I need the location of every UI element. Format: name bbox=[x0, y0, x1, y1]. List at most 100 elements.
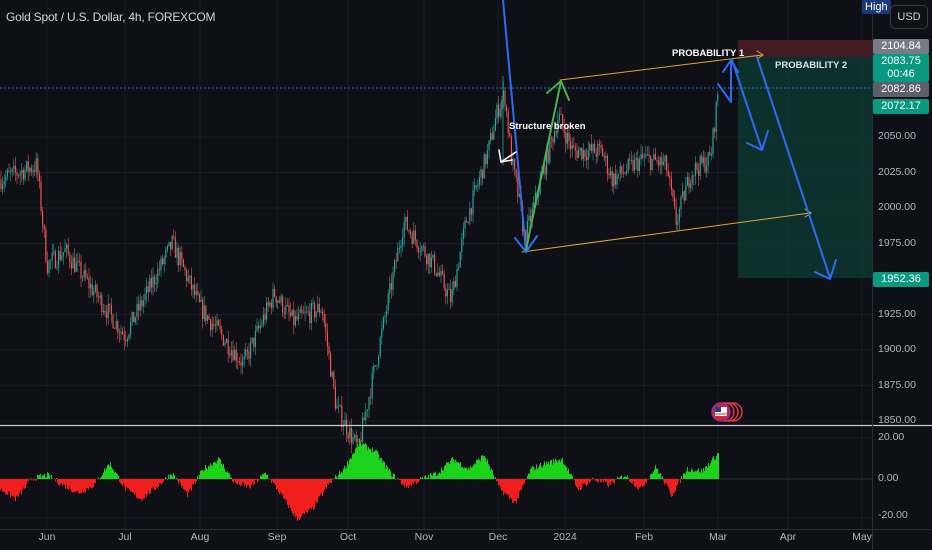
candle bbox=[573, 136, 575, 149]
osc-bar bbox=[143, 479, 144, 499]
price-chart[interactable] bbox=[0, 0, 932, 550]
candle bbox=[429, 252, 431, 275]
osc-bar bbox=[604, 479, 605, 481]
osc-bar bbox=[186, 479, 187, 492]
osc-bar bbox=[281, 479, 282, 494]
osc-bar bbox=[528, 473, 529, 479]
osc-bar bbox=[103, 472, 104, 479]
osc-bar bbox=[250, 479, 251, 489]
osc-bar bbox=[479, 459, 480, 479]
candle bbox=[226, 337, 228, 344]
candle bbox=[6, 168, 8, 181]
osc-bar bbox=[229, 473, 230, 479]
candle bbox=[664, 154, 666, 170]
osc-bar bbox=[462, 466, 463, 479]
osc-bar bbox=[581, 479, 582, 490]
candle bbox=[157, 262, 159, 289]
candle bbox=[310, 300, 312, 331]
candle bbox=[466, 216, 468, 223]
candle bbox=[302, 306, 304, 314]
candle bbox=[448, 283, 450, 290]
osc-bar bbox=[144, 479, 145, 499]
osc-bar bbox=[307, 479, 308, 514]
candle bbox=[421, 244, 423, 256]
candle bbox=[635, 152, 637, 170]
candle bbox=[90, 275, 92, 298]
osc-bar bbox=[290, 479, 291, 508]
candle bbox=[42, 207, 44, 233]
candle bbox=[38, 170, 40, 189]
osc-bar bbox=[109, 465, 110, 479]
price-box-current: 2072.17 bbox=[873, 99, 929, 114]
candle bbox=[256, 318, 258, 333]
candle bbox=[122, 327, 124, 336]
candle bbox=[354, 433, 356, 441]
osc-bar bbox=[656, 468, 657, 479]
osc-bar bbox=[185, 479, 186, 491]
osc-bar bbox=[325, 479, 326, 488]
candle bbox=[45, 225, 47, 263]
osc-bar bbox=[62, 479, 63, 486]
osc-bar bbox=[342, 472, 343, 479]
osc-bar bbox=[601, 479, 602, 482]
osc-bar bbox=[326, 479, 327, 489]
osc-bar bbox=[6, 479, 7, 495]
candle bbox=[141, 296, 143, 312]
osc-bar bbox=[182, 479, 183, 487]
osc-bar bbox=[71, 479, 72, 492]
candle bbox=[619, 161, 621, 182]
candle bbox=[368, 396, 370, 418]
osc-bar bbox=[75, 479, 76, 493]
candle bbox=[3, 173, 5, 192]
osc-bar bbox=[202, 469, 203, 479]
osc-bar bbox=[580, 479, 581, 490]
time-axis-label: Nov bbox=[414, 531, 434, 543]
osc-bar bbox=[536, 464, 537, 479]
osc-bar bbox=[329, 479, 330, 483]
osc-bar bbox=[588, 479, 589, 482]
price-axis-label: 1975.00 bbox=[878, 236, 916, 249]
osc-bar bbox=[206, 467, 207, 479]
symbol-title[interactable]: Gold Spot / U.S. Dollar, 4h, FOREXCOM bbox=[6, 10, 216, 24]
osc-bar bbox=[246, 479, 247, 488]
osc-bar bbox=[383, 460, 384, 479]
osc-bar bbox=[416, 479, 417, 485]
osc-bar bbox=[618, 478, 619, 479]
osc-bar bbox=[461, 467, 462, 479]
osc-bar bbox=[66, 479, 67, 486]
osc-bar bbox=[346, 467, 347, 479]
time-axis-label: Oct bbox=[339, 531, 357, 543]
osc-bar bbox=[425, 475, 426, 479]
osc-bar bbox=[378, 453, 379, 479]
osc-bar bbox=[264, 473, 265, 479]
currency-selector[interactable]: USD bbox=[890, 5, 928, 29]
osc-bar bbox=[101, 476, 102, 479]
osc-bar bbox=[476, 459, 477, 479]
candle bbox=[110, 297, 112, 324]
osc-bar bbox=[241, 479, 242, 485]
osc-bar bbox=[314, 479, 315, 509]
osc-bar bbox=[85, 479, 86, 493]
price-axis-label: 2025.00 bbox=[878, 165, 916, 178]
candle bbox=[661, 152, 663, 175]
osc-bar bbox=[49, 474, 50, 479]
osc-bar bbox=[208, 465, 209, 479]
candle bbox=[202, 297, 204, 329]
candle bbox=[621, 165, 623, 178]
probability-1-label: PROBABILITY 1 bbox=[672, 48, 745, 59]
candle bbox=[286, 298, 288, 307]
osc-bar bbox=[76, 479, 77, 491]
osc-bar bbox=[226, 472, 227, 479]
osc-bar bbox=[490, 470, 491, 479]
candle bbox=[344, 411, 346, 426]
osc-bar bbox=[484, 455, 485, 479]
candle bbox=[328, 342, 330, 360]
osc-bar bbox=[238, 479, 239, 482]
candle bbox=[242, 354, 244, 375]
candle bbox=[710, 146, 712, 161]
candle bbox=[586, 148, 588, 169]
candle bbox=[648, 145, 650, 163]
osc-bar bbox=[147, 479, 148, 495]
osc-bar bbox=[152, 479, 153, 488]
candle bbox=[83, 264, 85, 281]
